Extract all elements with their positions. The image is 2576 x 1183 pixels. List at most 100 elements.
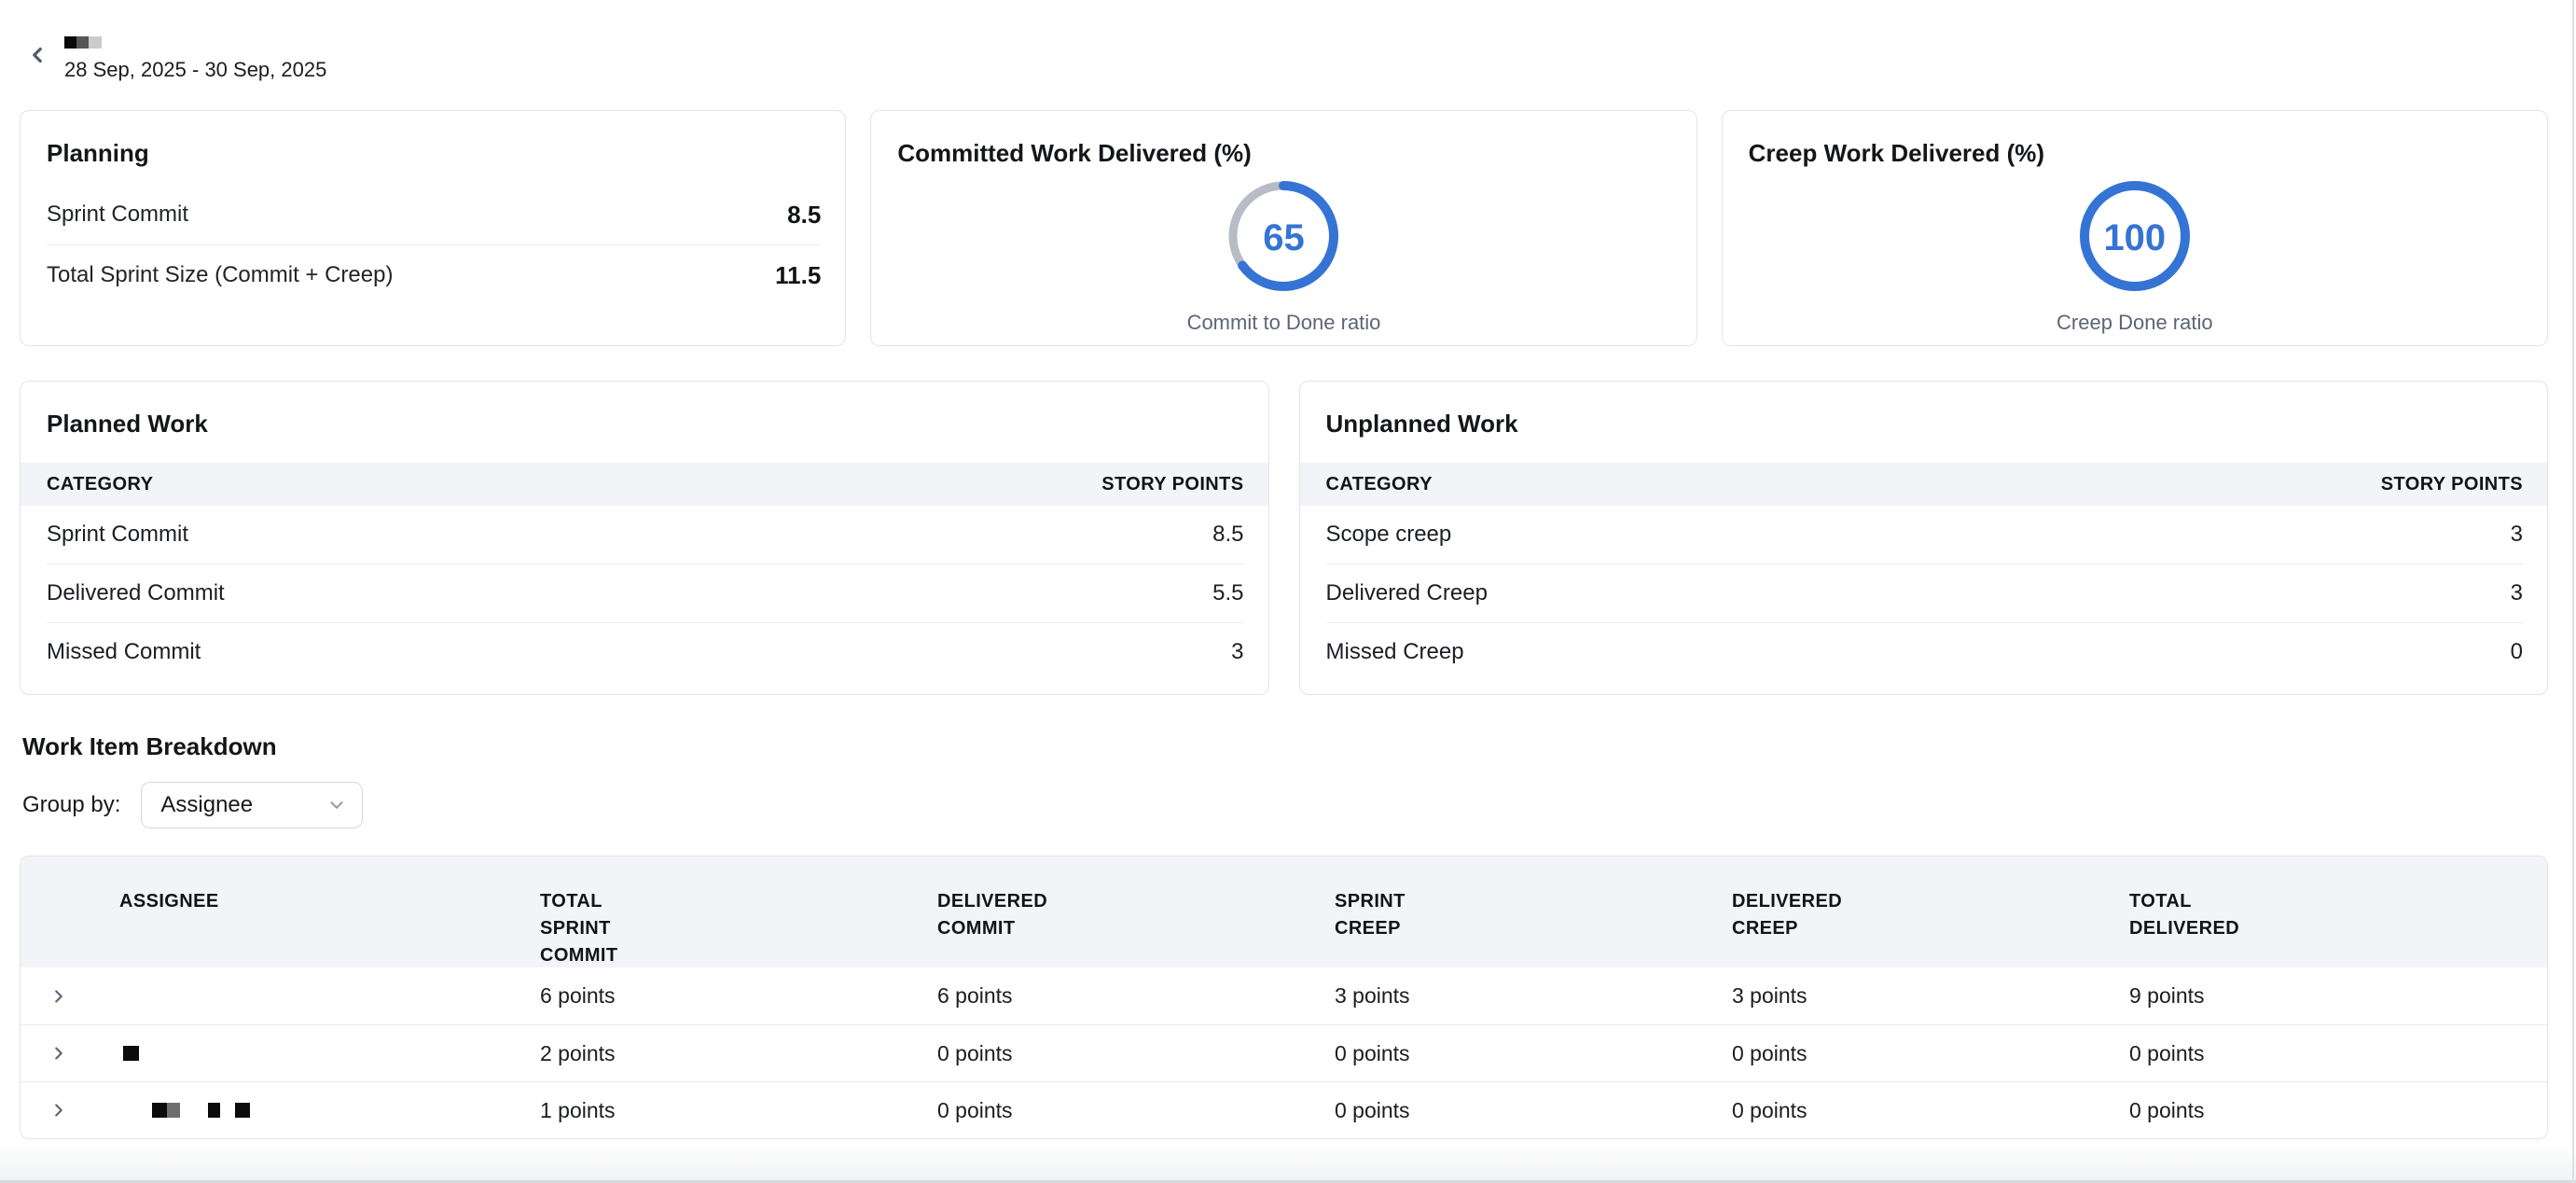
sprint-title-redacted <box>64 36 326 49</box>
redaction-block <box>235 1103 250 1118</box>
total-delivered-cell: 9 points <box>2129 983 2547 1009</box>
planning-row-label: Sprint Commit <box>47 202 188 228</box>
planning-row-value: 11.5 <box>775 261 821 290</box>
planned-work-title: Planned Work <box>21 382 1268 438</box>
table-row: Delivered Commit5.5 <box>21 564 1268 622</box>
table-row: Scope creep 3 <box>1300 506 2548 564</box>
expander-cell <box>21 986 97 1007</box>
planning-row: Sprint Commit 8.5 <box>21 185 845 244</box>
planning-row: Total Sprint Size (Commit + Creep) 11.5 <box>21 245 845 305</box>
category-cell: Missed Commit <box>47 639 201 665</box>
sprint-report-page: 28 Sep, 2025 - 30 Sep, 2025 Planning Spr… <box>0 0 2576 1139</box>
chevron-right-icon <box>48 986 69 1007</box>
expand-row-button[interactable] <box>21 1100 97 1120</box>
creep-done-ratio-label: Creep Done ratio <box>1723 311 2547 335</box>
planning-card: Planning Sprint Commit 8.5 Total Sprint Si… <box>20 110 846 346</box>
delivered-creep-cell: 3 points <box>1732 983 2129 1009</box>
breakdown-column-header: TotalDelivered <box>2129 856 2547 942</box>
category-cell: Missed Creep <box>1326 639 1464 665</box>
breakdown-column-header: TotalSprintCommit <box>540 856 937 969</box>
unplanned-work-rows: Scope creep 3 Delivered Creep 3 Missed Creep… <box>1300 506 2548 681</box>
sprint-date-range: 28 Sep, 2025 - 30 Sep, 2025 <box>64 58 326 82</box>
unplanned-work-card: Unplanned Work Category Story Points Sco… <box>1299 381 2549 695</box>
chevron-right-icon <box>48 1100 69 1120</box>
creep-work-card: Creep Work Delivered (%) 100 Creep Done … <box>1722 110 2548 346</box>
story-points-cell: 3 <box>1231 639 1243 665</box>
table-row: Missed Creep 0 <box>1300 623 2548 681</box>
story-points-cell: 3 <box>2511 522 2523 548</box>
table-row: Delivered Creep 3 <box>1300 564 2548 622</box>
delivered-commit-cell: 0 points <box>937 1098 1335 1123</box>
bottom-scroll-fade <box>0 1142 2576 1183</box>
expand-row-button[interactable] <box>21 1043 97 1064</box>
creep-work-title: Creep Work Delivered (%) <box>1723 111 2547 168</box>
gauge-value: 100 <box>2080 181 2190 296</box>
back-button[interactable] <box>25 43 49 67</box>
breakdown-row: 6 points6 points3 points3 points9 points <box>21 967 2547 1024</box>
sprint-creep-cell: 3 points <box>1335 983 1732 1009</box>
breakdown-column-header: DeliveredCommit <box>937 856 1335 942</box>
group-by-selected-value: Assignee <box>160 792 253 818</box>
breakdown-row: 1 points0 points0 points0 points0 points <box>21 1081 2547 1138</box>
total-sprint-commit-cell: 1 points <box>540 1098 937 1123</box>
committed-work-card: Committed Work Delivered (%) 65 Commit t… <box>870 110 1697 346</box>
delivered-creep-cell: 0 points <box>1732 1041 2129 1066</box>
committed-work-title: Committed Work Delivered (%) <box>871 111 1696 168</box>
chevron-down-icon <box>326 795 347 815</box>
report-header: 28 Sep, 2025 - 30 Sep, 2025 <box>20 24 2548 82</box>
gauge-value: 65 <box>1228 181 1338 296</box>
planning-row-label: Total Sprint Size (Commit + Creep) <box>47 262 393 288</box>
group-by-label: Group by: <box>22 792 120 818</box>
delivered-creep-cell: 0 points <box>1732 1098 2129 1123</box>
breakdown-column-header: Assignee <box>97 856 540 915</box>
story-points-cell: 8.5 <box>1212 522 1243 548</box>
total-sprint-commit-cell: 2 points <box>540 1041 937 1066</box>
assignee-cell-redacted <box>97 1025 540 1081</box>
creep-work-gauge: 100 <box>2080 181 2190 296</box>
redaction-block <box>64 36 76 49</box>
category-cell: Delivered Commit <box>47 580 225 606</box>
breakdown-table: AssigneeTotalSprintCommitDeliveredCommit… <box>20 856 2548 1139</box>
breakdown-table-body: 6 points6 points3 points3 points9 points… <box>21 967 2547 1138</box>
story-points-cell: 0 <box>2511 639 2523 665</box>
total-sprint-commit-cell: 6 points <box>540 983 937 1009</box>
table-row: Sprint Commit 8.5 <box>21 506 1268 564</box>
redaction-block <box>76 36 89 49</box>
category-cell: Sprint Commit <box>47 522 188 548</box>
category-column-header: Category <box>1326 474 1433 495</box>
committed-work-gauge: 65 <box>1228 181 1338 296</box>
table-row: Missed Commit 3 <box>21 623 1268 681</box>
planning-rows: Sprint Commit 8.5 Total Sprint Size (Commi… <box>21 185 845 305</box>
assignee-cell-redacted <box>97 1082 540 1138</box>
expand-row-button[interactable] <box>21 986 97 1007</box>
assignee-cell-redacted <box>97 967 540 1024</box>
redaction-block <box>208 1103 220 1118</box>
delivered-commit-cell: 6 points <box>937 983 1335 1009</box>
planning-row-value: 8.5 <box>787 201 821 230</box>
category-cell: Delivered Creep <box>1326 580 1488 606</box>
total-delivered-cell: 0 points <box>2129 1041 2547 1066</box>
breakdown-row: 2 points0 points0 points0 points0 points <box>21 1024 2547 1081</box>
work-tables-row: Planned Work Category Story Points Sprin… <box>20 381 2548 695</box>
category-column-header: Category <box>47 474 153 495</box>
chevron-right-icon <box>48 1043 69 1064</box>
story-points-cell: 3 <box>2511 580 2523 606</box>
chevron-left-icon <box>25 43 49 67</box>
redaction-block <box>89 36 102 49</box>
category-cell: Scope creep <box>1326 522 1452 548</box>
unplanned-work-title: Unplanned Work <box>1300 382 2548 438</box>
planned-work-header: Category Story Points <box>21 463 1268 506</box>
right-edge-divider <box>2572 0 2574 1183</box>
commit-done-ratio-label: Commit to Done ratio <box>871 311 1696 335</box>
planned-work-rows: Sprint Commit8.5Delivered Commit5.5Misse… <box>21 506 1268 681</box>
redaction-block <box>152 1103 167 1118</box>
work-item-breakdown-title: Work Item Breakdown <box>20 732 2548 761</box>
planned-work-card: Planned Work Category Story Points Sprin… <box>20 381 1269 695</box>
redaction-block <box>123 1046 139 1061</box>
story-points-column-header: Story Points <box>1101 474 1243 495</box>
planning-card-title: Planning <box>21 111 845 168</box>
summary-cards-row: Planning Sprint Commit 8.5 Total Sprint Si… <box>20 110 2548 346</box>
story-points-column-header: Story Points <box>2381 474 2523 495</box>
redaction-block <box>167 1103 180 1118</box>
group-by-select[interactable]: Assignee <box>141 782 363 828</box>
